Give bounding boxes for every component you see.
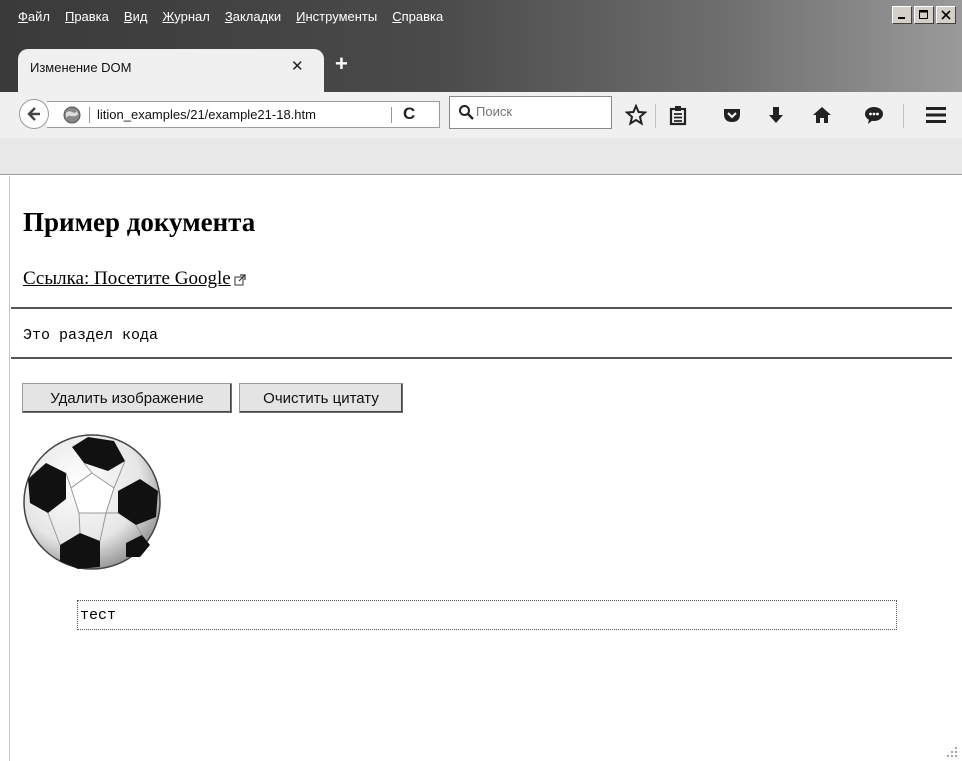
google-link[interactable]: Ссылка: Посетите Google bbox=[23, 268, 246, 290]
minimize-icon bbox=[898, 17, 905, 19]
reload-icon[interactable]: C bbox=[403, 104, 415, 124]
horizontal-rule-top bbox=[11, 307, 952, 309]
clear-quote-button[interactable]: Очистить цитату bbox=[239, 383, 403, 413]
menu-edit[interactable]: Правка bbox=[65, 9, 109, 29]
horizontal-rule-bottom bbox=[11, 357, 952, 359]
page-left-border bbox=[9, 176, 10, 761]
globe-icon[interactable] bbox=[63, 106, 81, 124]
back-button[interactable] bbox=[19, 99, 49, 129]
window-controls bbox=[892, 6, 956, 24]
toolbar-strip bbox=[0, 138, 962, 175]
quote-text: тест bbox=[80, 607, 117, 624]
back-arrow-icon bbox=[27, 107, 40, 121]
minimize-button[interactable] bbox=[892, 6, 912, 24]
toolbar-separator-2 bbox=[903, 104, 904, 128]
maximize-icon bbox=[919, 10, 928, 19]
search-icon bbox=[459, 105, 474, 120]
menu-bar: Файл Правка Вид Журнал Закладки Инструме… bbox=[18, 9, 458, 29]
download-icon[interactable] bbox=[764, 103, 788, 127]
resize-grip-icon[interactable] bbox=[946, 746, 958, 758]
close-window-button[interactable] bbox=[936, 6, 956, 24]
chat-icon[interactable] bbox=[862, 103, 886, 127]
menu-help[interactable]: Справка bbox=[392, 9, 443, 29]
new-tab-icon[interactable]: + bbox=[335, 53, 348, 75]
maximize-button[interactable] bbox=[914, 6, 934, 24]
bookmark-star-icon[interactable] bbox=[624, 103, 648, 127]
url-separator bbox=[89, 107, 90, 123]
soccer-ball-image bbox=[23, 434, 161, 570]
address-bar[interactable]: lition_examples/21/example21-18.htm C bbox=[47, 101, 440, 128]
menu-bookmarks[interactable]: Закладки bbox=[225, 9, 281, 29]
url-separator-2 bbox=[391, 107, 392, 123]
home-icon[interactable] bbox=[810, 103, 834, 127]
pocket-icon[interactable] bbox=[720, 103, 744, 127]
code-section: Это раздел кода bbox=[23, 327, 159, 344]
url-text[interactable]: lition_examples/21/example21-18.htm bbox=[97, 107, 316, 122]
browser-tab[interactable]: Изменение DOM ✕ bbox=[18, 49, 324, 93]
page-heading: Пример документа bbox=[23, 207, 256, 237]
search-input[interactable] bbox=[476, 104, 606, 119]
menu-file[interactable]: Файл bbox=[18, 9, 50, 29]
quote-block: тест bbox=[77, 600, 897, 630]
menu-view[interactable]: Вид bbox=[124, 9, 148, 29]
google-link-text[interactable]: Ссылка: Посетите Google bbox=[23, 268, 231, 289]
menu-tools[interactable]: Инструменты bbox=[296, 9, 377, 29]
tab-close-icon[interactable]: ✕ bbox=[291, 57, 304, 75]
menu-history[interactable]: Журнал bbox=[162, 9, 209, 29]
tab-title: Изменение DOM bbox=[30, 60, 132, 75]
remove-image-button[interactable]: Удалить изображение bbox=[22, 383, 232, 413]
reading-list-icon[interactable] bbox=[666, 103, 690, 127]
close-icon bbox=[941, 10, 951, 20]
search-box[interactable] bbox=[449, 96, 612, 129]
external-link-icon bbox=[234, 274, 246, 286]
toolbar-separator bbox=[655, 104, 656, 128]
menu-icon[interactable] bbox=[924, 103, 948, 127]
